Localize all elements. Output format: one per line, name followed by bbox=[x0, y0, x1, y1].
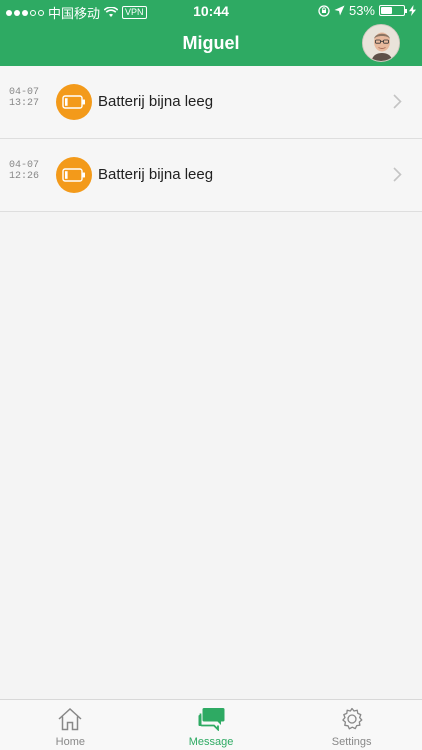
avatar[interactable] bbox=[362, 24, 400, 62]
message-time: 13:27 bbox=[8, 98, 39, 109]
message-title: Batterij bijna leeg bbox=[98, 166, 214, 183]
status-right: 53% bbox=[318, 3, 416, 18]
tab-message-label: Message bbox=[188, 736, 234, 748]
tab-home-label: Home bbox=[55, 736, 85, 748]
message-list: 04-07 13:27 Batterij bijna leeg 04-07 12… bbox=[0, 66, 422, 212]
tab-home[interactable]: Home bbox=[0, 700, 141, 750]
battery-low-icon bbox=[56, 84, 92, 120]
message-icon bbox=[198, 708, 225, 731]
message-time: 12:26 bbox=[8, 171, 39, 182]
battery-low-icon bbox=[56, 157, 92, 193]
rotation-lock-icon bbox=[318, 4, 330, 17]
message-timestamp: 04-07 12:26 bbox=[8, 160, 40, 182]
tab-message[interactable]: Message bbox=[141, 700, 282, 750]
tab-bar: Home Message Settings bbox=[0, 699, 422, 750]
tab-settings[interactable]: Settings bbox=[281, 700, 422, 750]
page-title: Miguel bbox=[182, 33, 240, 53]
chevron-right-icon bbox=[393, 167, 402, 182]
gear-icon bbox=[341, 707, 363, 730]
tab-settings-label: Settings bbox=[331, 736, 372, 748]
chevron-right-icon bbox=[393, 94, 402, 109]
nav-bar: Miguel bbox=[0, 22, 422, 66]
message-date: 04-07 bbox=[8, 87, 39, 98]
charging-bolt-icon bbox=[409, 5, 416, 16]
message-timestamp: 04-07 13:27 bbox=[8, 87, 40, 109]
message-row[interactable]: 04-07 13:27 Batterij bijna leeg bbox=[0, 66, 422, 139]
message-title: Batterij bijna leeg bbox=[98, 93, 214, 110]
message-date: 04-07 bbox=[8, 160, 39, 171]
location-arrow-icon bbox=[334, 5, 345, 16]
status-bar: 中国移动 VPN 10:44 53% bbox=[0, 0, 422, 22]
home-icon bbox=[58, 707, 82, 731]
battery-icon bbox=[379, 5, 407, 16]
message-row[interactable]: 04-07 12:26 Batterij bijna leeg bbox=[0, 139, 422, 212]
battery-percent: 53% bbox=[348, 3, 375, 18]
